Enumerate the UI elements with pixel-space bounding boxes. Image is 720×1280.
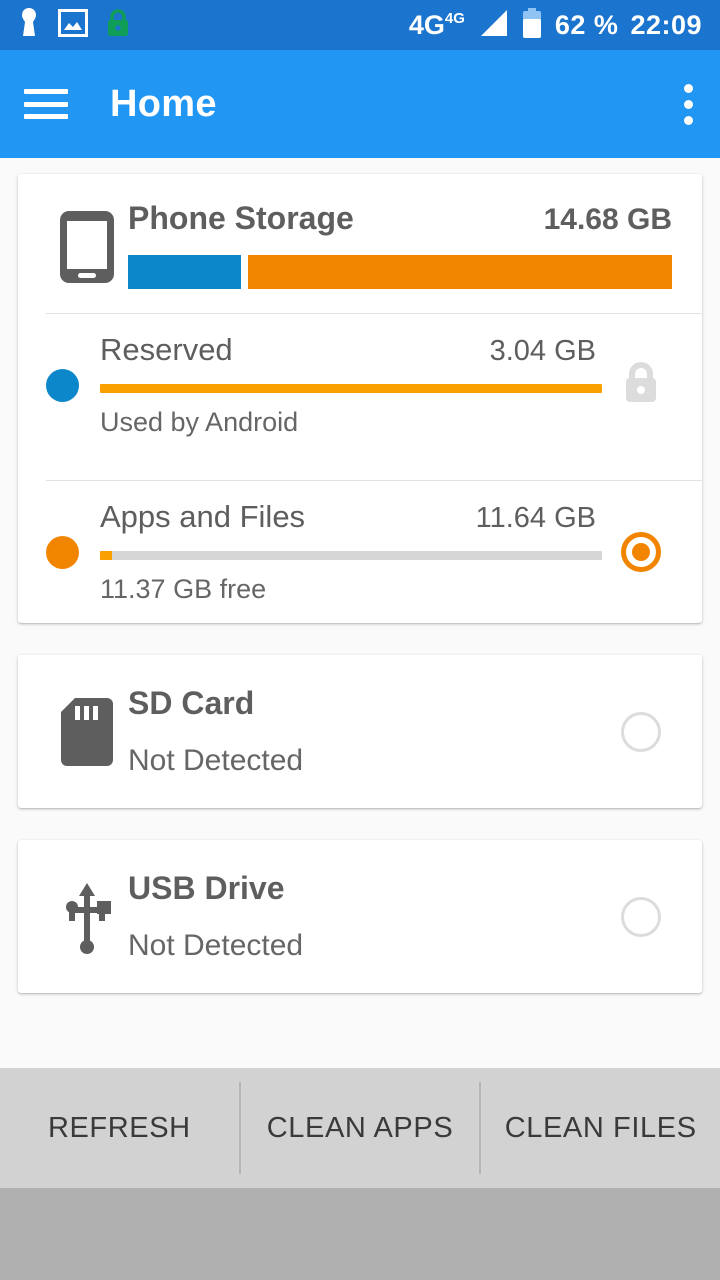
more-vert-icon[interactable] bbox=[684, 83, 696, 125]
storage-row-apps-and-files[interactable]: Apps and Files 11.64 GB 11.37 GB free bbox=[18, 481, 702, 623]
app-screen: 4G 4G 62 % 22:09 Home Phone Storage 14.6… bbox=[0, 0, 720, 1280]
sd-card-icon bbox=[46, 696, 128, 768]
keyhole-icon bbox=[18, 7, 40, 44]
phone-storage-title: Phone Storage bbox=[128, 200, 354, 236]
apps-progress-bar bbox=[100, 551, 602, 560]
clean-apps-button[interactable]: CLEAN APPS bbox=[241, 1068, 480, 1188]
lock-icon bbox=[106, 8, 130, 43]
radio-button-apps-and-files[interactable] bbox=[621, 532, 661, 572]
radio-button-sd-card[interactable] bbox=[621, 711, 661, 752]
usb-drive-card[interactable]: USB Drive Not Detected bbox=[18, 840, 702, 993]
reserved-caption: Used by Android bbox=[100, 407, 299, 437]
sd-card-card[interactable]: SD Card Not Detected bbox=[18, 655, 702, 808]
phone-storage-header: Phone Storage 14.68 GB bbox=[18, 174, 702, 289]
reserved-progress-bar bbox=[100, 384, 602, 393]
usb-drive-title: USB Drive bbox=[128, 870, 285, 906]
network-type-superscript: 4G bbox=[444, 9, 465, 27]
legend-dot-apps bbox=[46, 535, 79, 569]
image-icon bbox=[58, 8, 88, 42]
stacked-bar-segment-reserved bbox=[128, 255, 241, 289]
sd-card-status: Not Detected bbox=[128, 744, 304, 777]
network-type-label: 4G bbox=[408, 9, 445, 40]
content-scroll-area[interactable]: Phone Storage 14.68 GB Reserved 3.04 GB … bbox=[0, 158, 720, 1068]
legend-dot-reserved bbox=[46, 368, 79, 402]
usb-icon bbox=[46, 879, 128, 955]
signal-strength-icon bbox=[477, 8, 509, 43]
sd-card-title: SD Card bbox=[128, 685, 255, 721]
apps-title: Apps and Files bbox=[100, 499, 306, 534]
phone-storage-total: 14.68 GB bbox=[543, 203, 672, 236]
network-type-indicator: 4G 4G bbox=[408, 9, 465, 40]
stacked-bar-segment-apps bbox=[247, 255, 672, 289]
hamburger-icon[interactable] bbox=[24, 89, 68, 119]
phone-storage-stacked-bar bbox=[128, 255, 672, 289]
storage-row-reserved[interactable]: Reserved 3.04 GB Used by Android bbox=[18, 314, 702, 456]
reserved-size: 3.04 GB bbox=[489, 335, 596, 367]
apps-caption: 11.37 GB free bbox=[100, 574, 267, 604]
navigation-bar-area bbox=[0, 1188, 720, 1280]
usb-drive-status: Not Detected bbox=[128, 929, 304, 962]
status-bar-system: 4G 4G 62 % 22:09 bbox=[409, 7, 702, 44]
lock-icon bbox=[621, 360, 661, 411]
refresh-button[interactable]: REFRESH bbox=[0, 1068, 239, 1188]
battery-percentage: 62 % bbox=[554, 9, 619, 40]
status-bar-notifications bbox=[18, 7, 130, 44]
status-bar: 4G 4G 62 % 22:09 bbox=[0, 0, 720, 50]
radio-button-usb-drive[interactable] bbox=[621, 896, 661, 937]
phone-icon bbox=[46, 200, 128, 286]
bottom-action-bar: REFRESH CLEAN APPS CLEAN FILES bbox=[0, 1068, 720, 1188]
app-bar: Home bbox=[0, 50, 720, 158]
page-title: Home bbox=[110, 82, 217, 125]
clock: 22:09 bbox=[630, 9, 702, 40]
phone-storage-card[interactable]: Phone Storage 14.68 GB Reserved 3.04 GB … bbox=[18, 174, 702, 623]
battery-icon bbox=[521, 7, 543, 44]
apps-size: 11.64 GB bbox=[475, 502, 596, 534]
clean-files-button[interactable]: CLEAN FILES bbox=[481, 1068, 720, 1188]
reserved-title: Reserved bbox=[100, 332, 233, 367]
